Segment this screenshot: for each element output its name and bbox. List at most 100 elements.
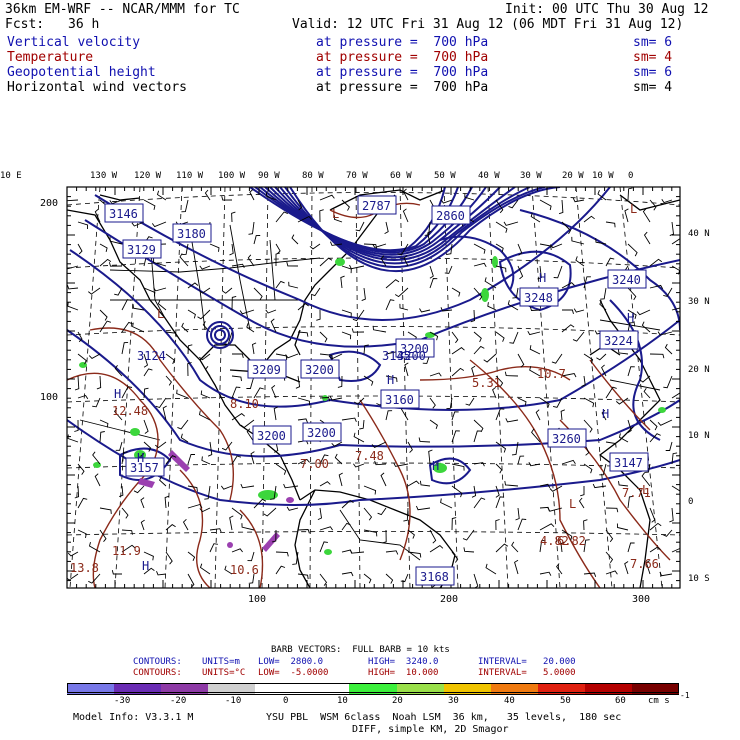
- contours-height-interval: INTERVAL= 20.000: [478, 657, 576, 667]
- low-pressure-center: L: [630, 202, 637, 216]
- low-pressure-center: L: [332, 207, 339, 221]
- longitude-label: 110 W: [176, 171, 204, 181]
- longitude-label: 120 W: [134, 171, 162, 181]
- longitude-label: 90 W: [258, 171, 280, 181]
- latitude-label: 40 N: [688, 229, 710, 239]
- svg-text:3240: 3240: [612, 273, 641, 287]
- grid-bottom-label-300: 300: [632, 594, 651, 605]
- contours-temp-high: HIGH= 10.000: [368, 668, 439, 678]
- height-label: 3200: [252, 425, 292, 445]
- longitude-label: 80 W: [302, 171, 324, 181]
- height-label: 3145: [382, 349, 411, 363]
- temperature-label: 6.82: [557, 534, 586, 548]
- height-label: 3160: [380, 389, 420, 409]
- longitude-label: 70 W: [346, 171, 368, 181]
- svg-text:H: H: [602, 407, 609, 421]
- svg-text:7.48: 7.48: [355, 449, 384, 463]
- colorbar-tick-label: -30: [114, 696, 131, 706]
- svg-text:7.00: 7.00: [300, 457, 329, 471]
- svg-text:3168: 3168: [420, 570, 449, 584]
- svg-text:3157: 3157: [130, 461, 159, 475]
- high-pressure-center: H: [387, 373, 394, 387]
- longitude-label: 40 W: [478, 171, 500, 181]
- colorbar-tick-label: 20: [392, 696, 403, 706]
- longitude-label: 20 W: [562, 171, 584, 181]
- diffusion-info: DIFF, simple KM, 2D Smagor: [352, 724, 509, 735]
- svg-text:2787: 2787: [362, 199, 391, 213]
- svg-text:3200: 3200: [307, 426, 336, 440]
- longitude-label: 60 W: [390, 171, 412, 181]
- longitude-label: 10 E: [0, 171, 22, 181]
- temperature-label: 5.31: [472, 376, 501, 390]
- high-pressure-center: H: [142, 559, 149, 573]
- svg-text:13.8: 13.8: [70, 561, 99, 575]
- svg-text:3209: 3209: [252, 363, 281, 377]
- svg-text:10.7: 10.7: [537, 367, 566, 381]
- svg-text:L: L: [642, 483, 649, 497]
- contours-height-high: HIGH= 3240.0: [368, 657, 439, 667]
- height-label: 3180: [172, 223, 212, 243]
- svg-text:3147: 3147: [614, 456, 643, 470]
- contours-temp-interval: INTERVAL= 5.0000: [478, 668, 576, 678]
- low-pressure-center: L: [642, 483, 649, 497]
- colorbar-unit: cm s: [648, 696, 670, 706]
- temperature-label: 7.00: [300, 457, 329, 471]
- colorbar-tick-label: 10: [337, 696, 348, 706]
- svg-text:H: H: [387, 373, 394, 387]
- colorbar-tick-label: 0: [283, 696, 289, 706]
- high-pressure-center: H: [137, 451, 144, 465]
- svg-text:11.9: 11.9: [112, 544, 141, 558]
- grid-left-label-200: 200: [40, 198, 59, 209]
- svg-text:3145: 3145: [382, 349, 411, 363]
- latitude-label: 0: [688, 497, 694, 507]
- svg-text:L: L: [569, 497, 576, 511]
- model-info: Model Info: V3.3.1 M: [73, 712, 194, 723]
- colorbar-tick-label: -10: [225, 696, 242, 706]
- svg-text:7.66: 7.66: [630, 557, 659, 571]
- colorbar-tick-label: 60: [615, 696, 626, 706]
- svg-text:L: L: [630, 202, 637, 216]
- longitude-label: 100 W: [218, 171, 246, 181]
- contours-label-temp: CONTOURS:: [133, 668, 182, 678]
- svg-text:3129: 3129: [127, 243, 156, 257]
- svg-text:3160: 3160: [385, 393, 414, 407]
- colorbar-frame: [67, 683, 679, 693]
- latitude-label: 10 N: [688, 431, 710, 441]
- svg-text:3224: 3224: [604, 334, 633, 348]
- contours-temp-units: UNITS=°C: [202, 668, 246, 678]
- height-label: 3147: [609, 452, 649, 472]
- high-pressure-center: H: [602, 407, 609, 421]
- longitude-label: 30 W: [520, 171, 542, 181]
- high-pressure-center: H: [539, 271, 546, 285]
- height-label: 3260: [547, 428, 587, 448]
- height-label: 3146: [104, 203, 144, 223]
- height-label: 3157: [125, 457, 165, 477]
- latitude-label: 10 S: [688, 574, 710, 584]
- svg-text:H: H: [627, 311, 634, 325]
- weather-map: 3180320032003200320932003248326032403200…: [66, 186, 681, 589]
- high-pressure-center: H: [627, 311, 634, 325]
- temperature-label: 10.6: [230, 563, 259, 577]
- svg-text:3260: 3260: [552, 432, 581, 446]
- svg-text:L: L: [157, 307, 164, 321]
- height-label: 3209: [247, 359, 287, 379]
- contours-height-units: UNITS=m: [202, 657, 240, 667]
- high-pressure-center: H: [432, 459, 439, 473]
- high-pressure-center: H: [114, 387, 121, 401]
- latitude-label: 30 N: [688, 297, 710, 307]
- height-label: 3200: [300, 359, 340, 379]
- longitude-label: 0: [628, 171, 634, 181]
- height-label: 3168: [415, 566, 455, 586]
- longitude-label: 130 W: [90, 171, 118, 181]
- height-label: 3248: [519, 287, 559, 307]
- temperature-label: 12.48: [112, 404, 148, 418]
- svg-text:6.82: 6.82: [557, 534, 586, 548]
- svg-text:3180: 3180: [177, 227, 206, 241]
- svg-text:H: H: [539, 271, 546, 285]
- grid-bottom-label-200: 200: [440, 594, 459, 605]
- height-label: 2787: [357, 195, 397, 215]
- svg-text:12.48: 12.48: [112, 404, 148, 418]
- grid-bottom-label-100: 100: [248, 594, 267, 605]
- height-label: 2860: [431, 205, 471, 225]
- svg-text:5.31: 5.31: [472, 376, 501, 390]
